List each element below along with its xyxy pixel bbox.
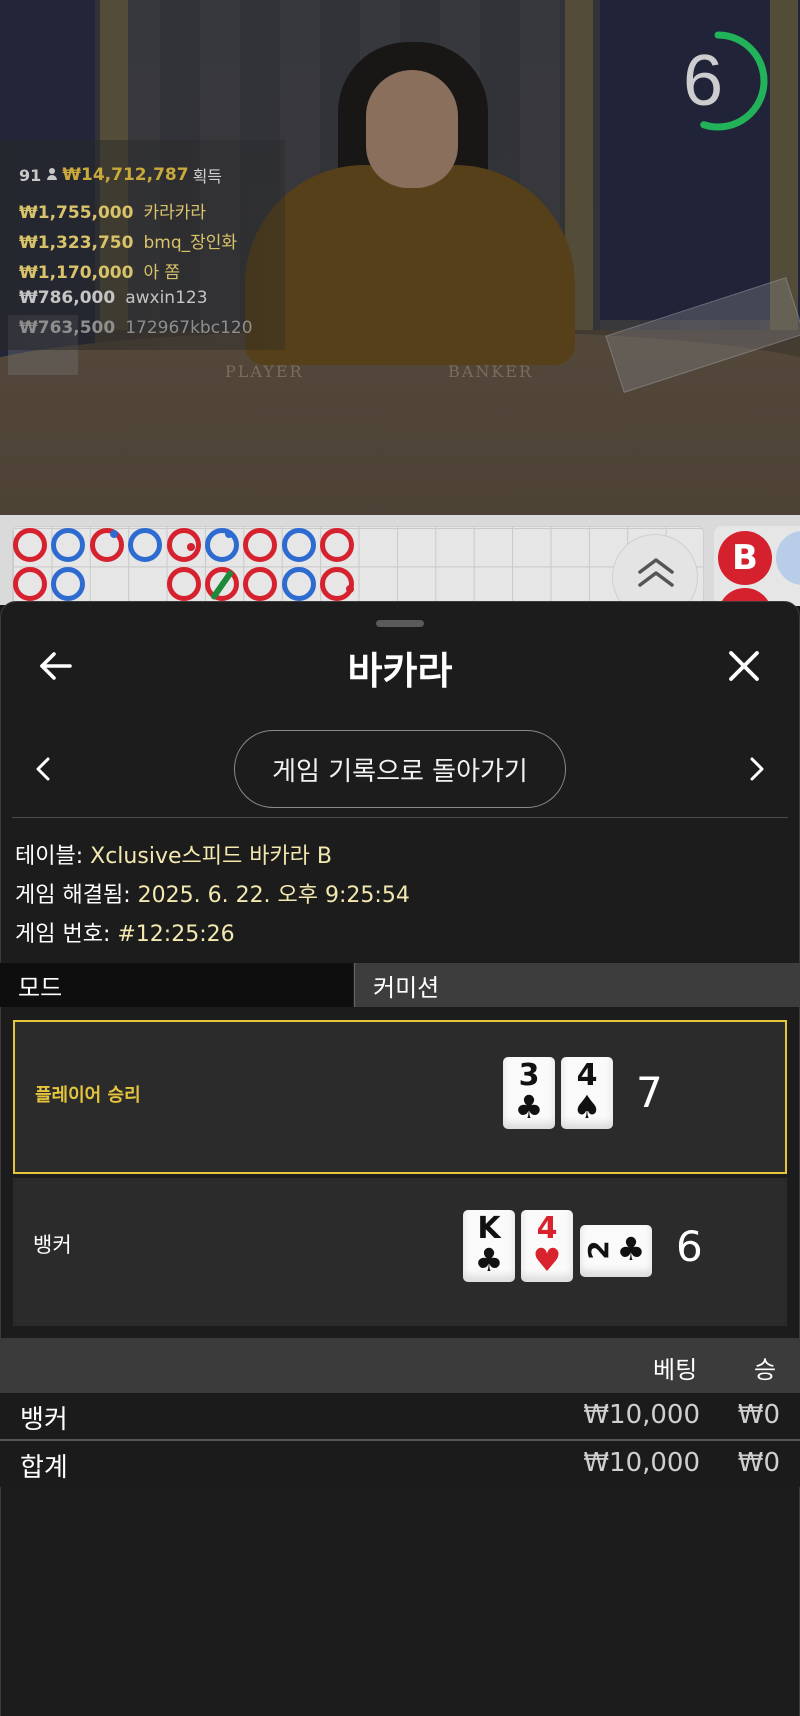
winner-row: ₩786,000 awxin123	[19, 288, 208, 308]
bead-banker	[243, 528, 277, 562]
table-info: 테이블: Xclusive스피드 바카라 B	[15, 838, 332, 870]
game-number-label: 게임 번호:	[15, 922, 118, 947]
bead-player	[128, 528, 162, 562]
total-won-amount: ₩14,712,787	[62, 165, 189, 185]
player-result-label: 플레이어 승리	[35, 1085, 141, 1106]
total-won-label: 획득	[192, 167, 223, 186]
win-column-header: 승	[754, 1356, 777, 1384]
sheet-title: 바카라	[347, 649, 453, 693]
double-chevron-up-icon	[638, 558, 674, 587]
bead-banker	[13, 528, 47, 562]
win-amount: ₩0	[737, 1400, 780, 1430]
bead-player	[51, 528, 85, 562]
bead-banker	[167, 567, 201, 601]
back-to-history-button[interactable]: 게임 기록으로 돌아가기	[234, 730, 566, 808]
players-count: 91	[19, 165, 42, 185]
banker-score: 6	[676, 1222, 703, 1271]
divider	[12, 817, 788, 818]
table-label: 테이블:	[15, 844, 91, 869]
winner-name: awxin123	[125, 288, 208, 308]
bead-banker	[167, 528, 201, 562]
countdown-number: 6	[682, 41, 724, 121]
winner-row: ₩1,170,000 아 쫌	[19, 258, 180, 283]
card-suit: ♣	[616, 1230, 646, 1268]
banker-badge: B	[718, 531, 772, 585]
next-game-icon[interactable]	[744, 752, 770, 786]
bead-banker	[243, 567, 277, 601]
winner-name: 172967kbc120	[125, 318, 253, 338]
bet-column-header: 베팅	[653, 1356, 698, 1384]
bet-amount: ₩10,000	[583, 1448, 700, 1478]
player-card-1: 3 ♣	[503, 1057, 555, 1129]
banker-result	[13, 1178, 787, 1326]
game-number-value: #12:25:26	[117, 922, 235, 947]
bet-amount: ₩10,000	[583, 1400, 700, 1430]
bet-name: 뱅커	[20, 1405, 68, 1435]
winner-row: ₩1,755,000 카라카라	[19, 198, 206, 223]
winner-name: 카라카라	[143, 203, 207, 223]
game-number-info: 게임 번호: #12:25:26	[15, 916, 235, 948]
tab-mode[interactable]: 모드	[0, 963, 353, 1007]
pair-dot	[346, 585, 354, 593]
card-suit: ♣	[514, 1088, 544, 1126]
previous-game-icon[interactable]	[30, 752, 56, 786]
card-suit: ♠	[572, 1088, 602, 1126]
bead-player	[51, 567, 85, 601]
player-score: 7	[636, 1068, 663, 1117]
winner-amount: ₩1,170,000	[19, 263, 134, 283]
card-suit: ♣	[474, 1241, 504, 1279]
table-value: Xclusive스피드 바카라 B	[90, 844, 333, 869]
win-amount: ₩0	[737, 1448, 780, 1478]
bead-banker	[90, 528, 124, 562]
banker-card-1: K ♣	[463, 1210, 515, 1282]
winner-amount: ₩763,500	[19, 318, 116, 338]
bead-banker	[13, 567, 47, 601]
card-suit: ♥	[532, 1241, 562, 1279]
pair-dot	[187, 543, 195, 551]
winner-amount: ₩786,000	[19, 288, 116, 308]
winner-name: bmq_장인화	[143, 233, 238, 253]
app-root: PLAYER BANKER 6 91 ₩14,712,787 획득 ₩1,755…	[0, 0, 800, 1716]
bead-banker	[320, 567, 354, 601]
bead-player	[282, 528, 316, 562]
bead-banker	[320, 528, 354, 562]
person-icon	[46, 168, 58, 182]
player-card-2: 4 ♠	[561, 1057, 613, 1129]
card-rank: 2	[582, 1240, 615, 1260]
pair-dot	[225, 530, 233, 538]
bead-player	[205, 528, 239, 562]
winner-amount: ₩1,755,000	[19, 203, 134, 223]
bead-road[interactable]	[12, 526, 704, 606]
bet-name: 합계	[20, 1453, 68, 1483]
winners-total: 91 ₩14,712,787 획득	[19, 163, 222, 187]
tab-commission[interactable]: 커미션	[354, 963, 800, 1007]
resolved-info: 게임 해결됨: 2025. 6. 22. 오후 9:25:54	[15, 877, 410, 909]
resolved-value: 2025. 6. 22. 오후 9:25:54	[137, 883, 410, 908]
close-icon[interactable]	[724, 646, 764, 686]
pair-dot	[110, 530, 118, 538]
banker-result-label: 뱅커	[33, 1233, 72, 1257]
winner-row: ₩763,500 172967kbc120	[19, 318, 253, 338]
winner-row: ₩1,323,750 bmq_장인화	[19, 228, 237, 253]
banker-card-3: 2 ♣	[580, 1225, 652, 1277]
drag-handle[interactable]	[376, 620, 424, 627]
bead-player	[282, 567, 316, 601]
winner-amount: ₩1,323,750	[19, 233, 134, 253]
resolved-label: 게임 해결됨:	[15, 883, 138, 908]
banker-card-2: 4 ♥	[521, 1210, 573, 1282]
winner-name: 아 쫌	[143, 263, 181, 283]
